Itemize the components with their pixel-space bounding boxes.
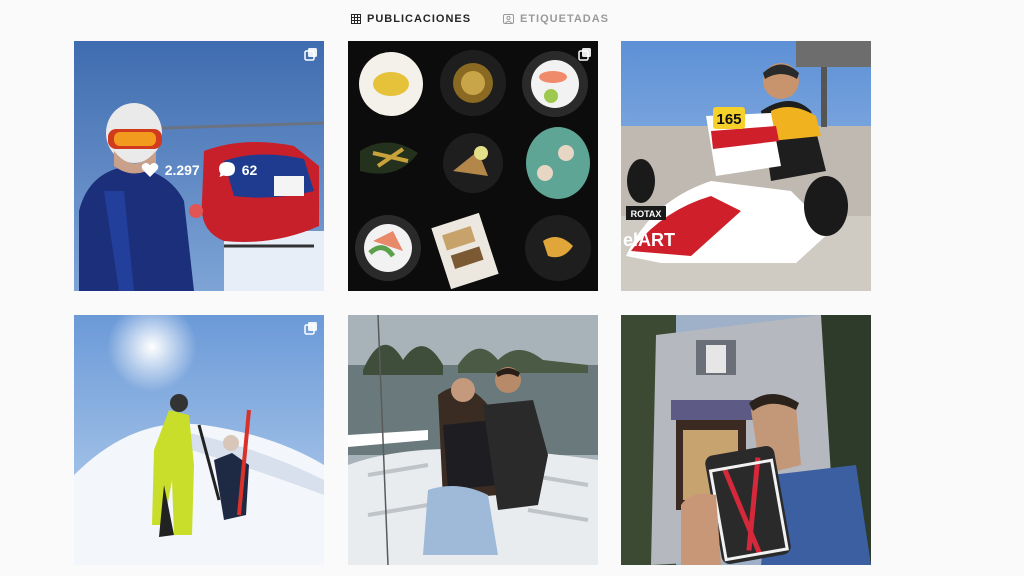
grid-icon [351, 14, 361, 24]
comments-count: 62 [241, 161, 258, 178]
comments-stat: 62 [218, 161, 258, 178]
multi-photo-icon [304, 48, 317, 61]
tab-publicaciones-label: PUBLICACIONES [367, 13, 472, 25]
kart-sponsor: ROTAX [631, 209, 662, 219]
post-stats-overlay: 2.297 62 [74, 161, 324, 178]
tab-publicaciones[interactable]: PUBLICACIONES [351, 13, 471, 25]
likes-stat: 2.297 [141, 161, 200, 178]
profile-tabs: PUBLICACIONES ETIQUETADAS [0, 0, 1024, 40]
heart-icon [141, 162, 158, 177]
post-image-kart: 165 ROTAX elART [621, 41, 871, 291]
multi-photo-icon [578, 48, 591, 61]
post-tile-food-plates[interactable] [348, 41, 598, 291]
post-tile-boat-couple[interactable] [348, 315, 598, 565]
post-image-ski-mountain [74, 315, 324, 565]
post-tile-selfie-street[interactable] [621, 315, 871, 565]
comment-icon [218, 162, 235, 177]
multi-photo-icon [304, 322, 317, 335]
kart-brand: elART [623, 230, 675, 250]
post-tile-ski-mountain[interactable] [74, 315, 324, 565]
tag-icon [503, 14, 514, 24]
tab-etiquetadas[interactable]: ETIQUETADAS [503, 13, 609, 25]
post-image-boat-couple [348, 315, 598, 565]
kart-number: 165 [716, 111, 741, 128]
post-image-selfie-street [621, 315, 871, 565]
likes-count: 2.297 [164, 161, 200, 178]
post-tile-heli-ski[interactable]: 2.297 62 [74, 41, 324, 291]
tab-etiquetadas-label: ETIQUETADAS [520, 13, 610, 25]
post-image-food-plates [348, 41, 598, 291]
post-tile-kart[interactable]: 165 ROTAX elART [621, 41, 871, 291]
